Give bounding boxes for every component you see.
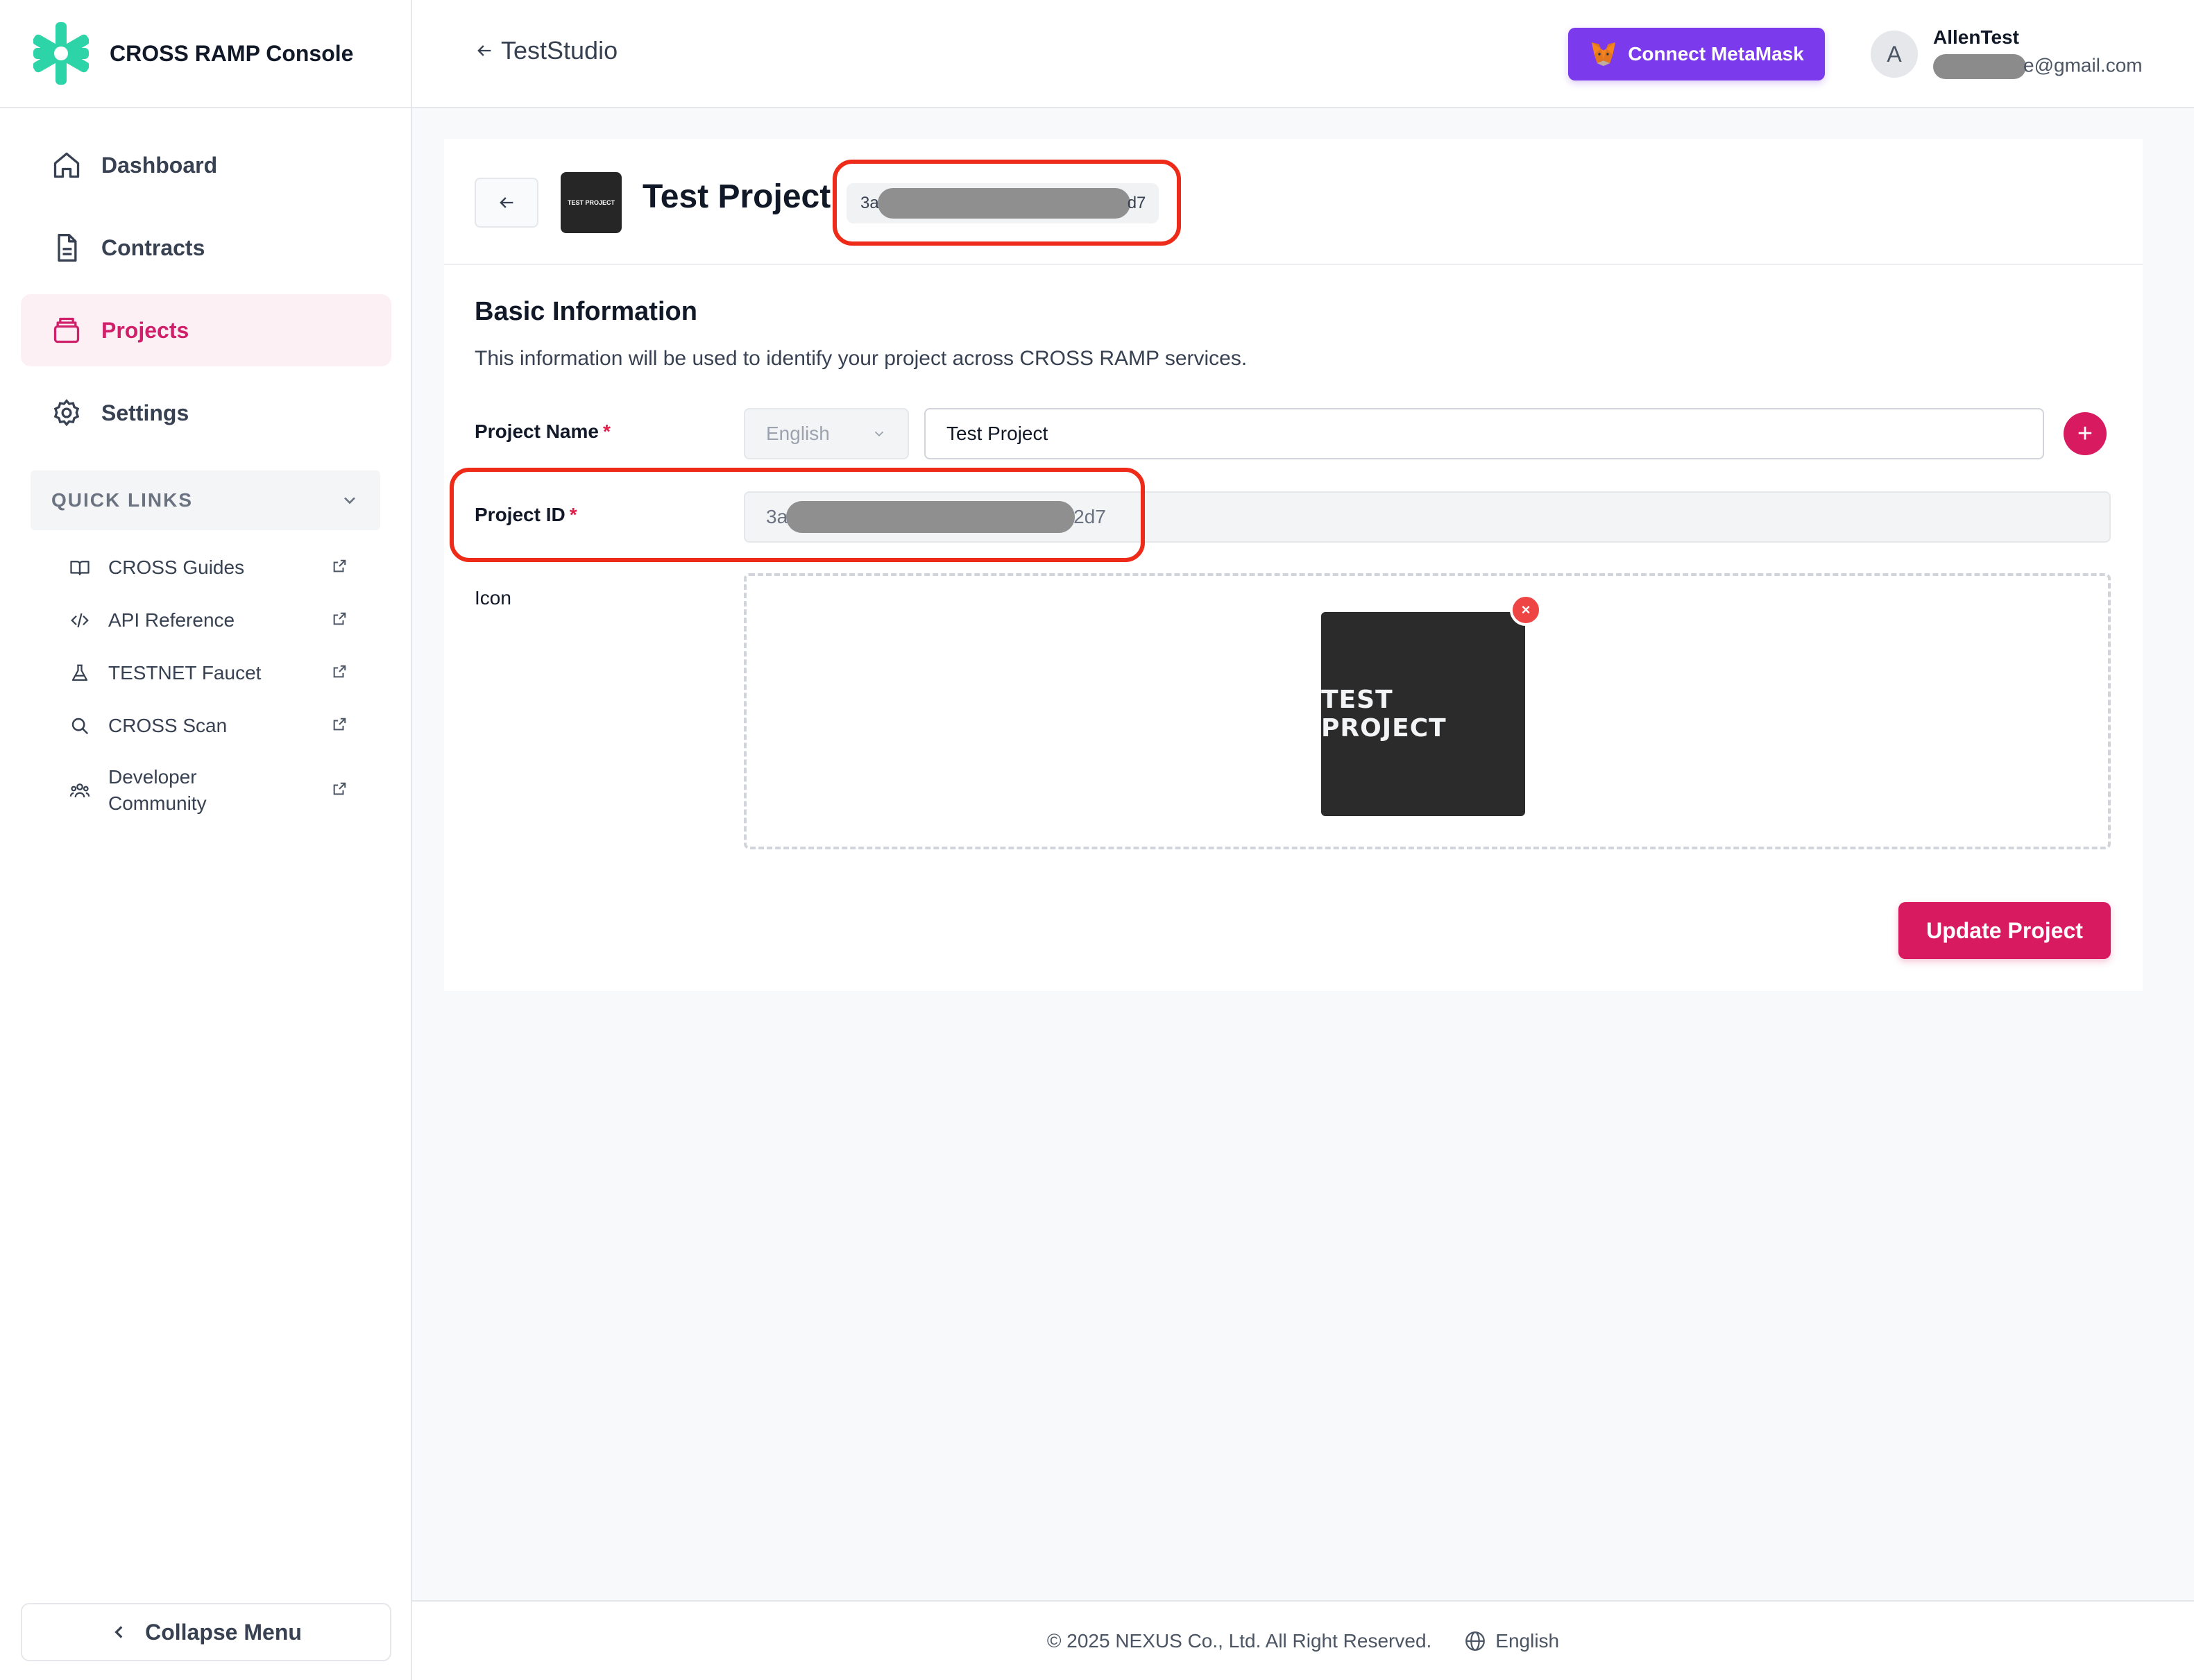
chevron-down-icon [874,431,884,437]
quick-link-label: API Reference [108,609,235,631]
book-icon [70,561,90,576]
topbar: TestStudio Connect MetaMask A AllenTest … [412,0,2194,108]
arrow-left-icon [500,197,513,208]
add-language-button[interactable]: + [2064,412,2107,455]
cross-logo-icon [33,22,89,85]
nav-label: Projects [101,317,189,343]
app-title: CROSS RAMP Console [110,40,354,66]
user-name: AllenTest [1933,26,2019,48]
quick-links-title: QUICK LINKS [51,489,193,511]
sidebar: CROSS RAMP Console Dashboard Contracts P… [0,0,412,1680]
quick-link-cross-guides[interactable]: CROSS Guides [69,541,347,594]
document-icon [58,234,77,262]
project-thumbnail: TEST PROJECT [561,172,622,233]
breadcrumb[interactable]: TestStudio [475,36,618,65]
nav-item-dashboard[interactable]: Dashboard [21,129,391,201]
highlight-annotation [833,160,1181,246]
quick-link-cross-scan[interactable]: CROSS Scan [69,699,347,752]
nav-label: Dashboard [101,152,218,178]
connect-metamask-button[interactable]: Connect MetaMask [1568,28,1825,80]
nav-label: Settings [101,400,189,425]
projects-icon [53,317,80,343]
language-select-value: English [766,423,830,444]
external-link-icon [333,612,346,625]
quick-links-list: CROSS Guides API Reference TESTNET Fauce… [69,541,347,829]
gear-icon [53,399,80,427]
quick-link-label: CROSS Scan [108,715,228,736]
back-button[interactable] [475,178,538,228]
globe-icon [1465,1631,1486,1651]
project-card: TEST PROJECT Test Project 3a d7 Basic In… [444,139,2143,991]
code-icon [71,613,89,628]
main-nav: Dashboard Contracts Projects Settings [21,129,391,459]
update-project-button[interactable]: Update Project [1898,902,2111,959]
section-title: Basic Information [475,297,697,326]
connect-metamask-label: Connect MetaMask [1628,43,1804,65]
project-name-label-text: Project Name [475,421,599,442]
nav-label: Contracts [101,235,205,260]
nav-item-contracts[interactable]: Contracts [21,212,391,284]
quick-link-developer-community[interactable]: Developer Community [69,752,347,829]
external-link-icon [333,665,346,678]
footer-language-switch[interactable]: English [1463,1629,1559,1653]
chevron-down-icon [344,497,355,504]
flask-icon [71,664,88,681]
chevron-left-icon [114,1626,123,1638]
avatar[interactable]: A [1871,31,1918,78]
project-name-input[interactable]: Test Project [924,408,2044,459]
project-name-label: Project Name * [475,421,611,443]
external-link-icon [333,718,346,731]
highlight-annotation [450,468,1145,562]
collapse-menu-label: Collapse Menu [145,1619,302,1645]
external-link-icon [333,782,346,795]
footer-language-label: English [1495,1629,1560,1652]
icon-label: Icon [475,587,511,609]
metamask-fox-icon [1592,42,1616,67]
quick-link-api-reference[interactable]: API Reference [69,594,347,647]
external-link-icon [333,559,346,572]
redacted-email-mask [1933,54,2026,79]
project-title: Test Project [643,178,831,215]
search-icon [71,718,89,735]
collapse-menu-button[interactable]: Collapse Menu [21,1603,391,1661]
section-description: This information will be used to identif… [475,347,1248,370]
home-icon [53,152,80,178]
arrow-left-icon [477,45,491,56]
quick-link-label: TESTNET Faucet [108,662,262,684]
remove-icon-button[interactable]: × [1510,594,1542,626]
community-icon [69,783,90,798]
icon-preview-image: TEST PROJECT [1321,612,1525,816]
user-email: e@gmail.com [1933,54,2143,79]
quick-link-label: CROSS Guides [108,557,245,578]
icon-upload-dropzone[interactable]: TEST PROJECT × [744,573,2111,849]
user-email-domain: @gmail.com [2034,54,2143,76]
breadcrumb-studio: TestStudio [501,36,618,65]
required-mark: * [602,421,611,442]
brand-header[interactable]: CROSS RAMP Console [0,0,411,108]
quick-link-label: Developer Community [108,766,207,814]
nav-item-projects[interactable]: Projects [21,294,391,366]
copyright-text: © 2025 NEXUS Co., Ltd. All Right Reserve… [1046,1629,1432,1652]
user-email-visible-prefix: e [2023,54,2034,76]
language-select[interactable]: English [744,408,909,459]
quick-link-testnet-faucet[interactable]: TESTNET Faucet [69,647,347,699]
quick-links-toggle[interactable]: QUICK LINKS [31,470,380,530]
footer: © 2025 NEXUS Co., Ltd. All Right Reserve… [412,1600,2194,1680]
project-header: TEST PROJECT Test Project 3a d7 [444,139,2143,265]
nav-item-settings[interactable]: Settings [21,377,391,449]
